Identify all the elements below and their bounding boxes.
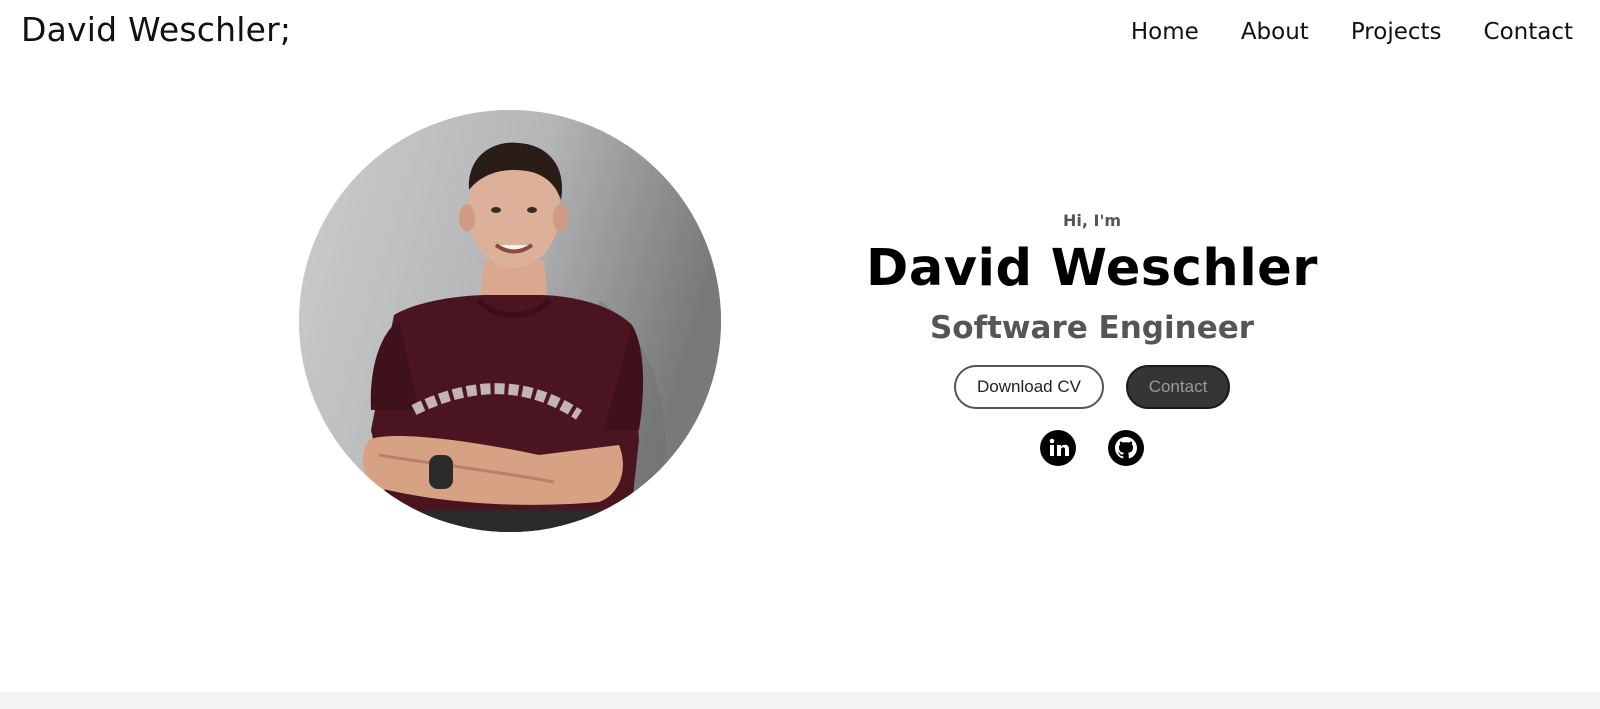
hero-name: David Weschler bbox=[866, 239, 1318, 298]
linkedin-icon[interactable] bbox=[1040, 430, 1076, 466]
hero-buttons: Download CV Contact bbox=[842, 365, 1342, 409]
profile-photo-illustration bbox=[299, 110, 721, 532]
contact-button[interactable]: Contact bbox=[1126, 365, 1230, 409]
profile-photo bbox=[299, 110, 721, 532]
navbar: David Weschler; Home About Projects Cont… bbox=[0, 0, 1600, 66]
social-links bbox=[842, 430, 1342, 466]
footer-strip bbox=[0, 692, 1600, 709]
nav-link-contact[interactable]: Contact bbox=[1484, 17, 1573, 47]
hero-role: Software Engineer bbox=[929, 310, 1255, 346]
download-cv-button[interactable]: Download CV bbox=[954, 365, 1104, 409]
nav-links: Home About Projects Contact bbox=[1089, 17, 1573, 47]
nav-link-home[interactable]: Home bbox=[1131, 17, 1199, 47]
hero-section: Hi, I'm David Weschler Software Engineer… bbox=[842, 204, 1342, 466]
hero-greeting: Hi, I'm bbox=[1062, 211, 1122, 230]
site-logo[interactable]: David Weschler; bbox=[21, 10, 291, 49]
github-icon[interactable] bbox=[1108, 430, 1144, 466]
nav-link-about[interactable]: About bbox=[1241, 17, 1309, 47]
nav-link-projects[interactable]: Projects bbox=[1351, 17, 1442, 47]
